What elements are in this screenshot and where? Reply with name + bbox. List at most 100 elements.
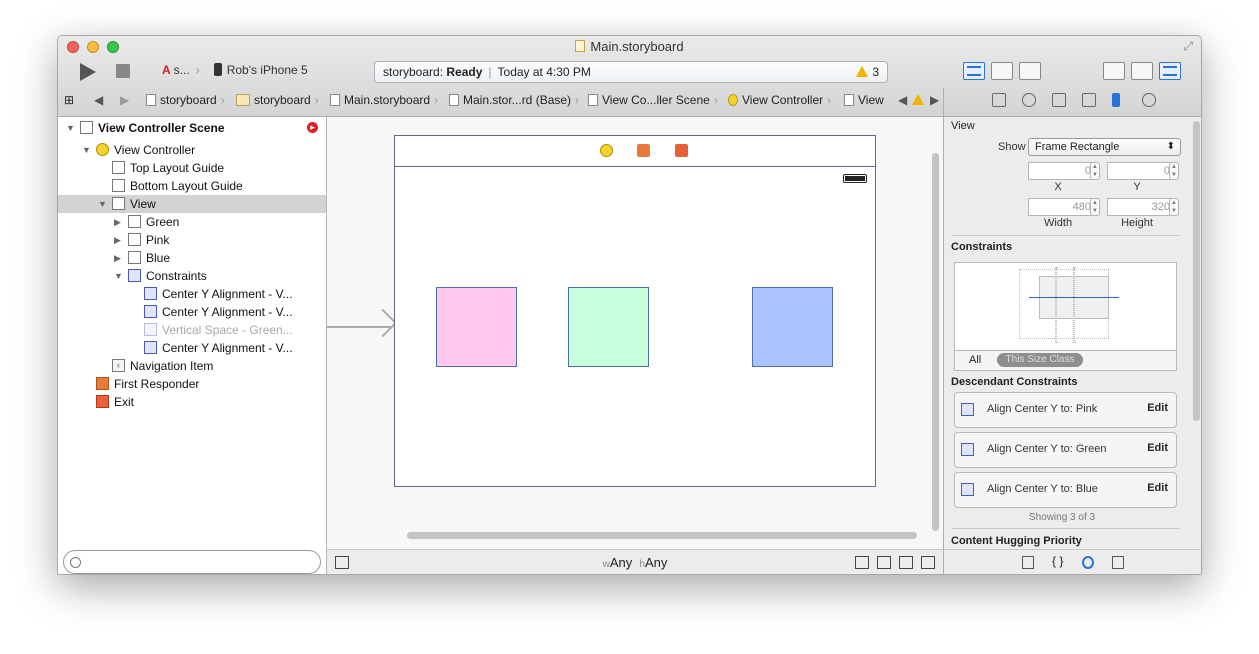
inspector-scrollbar[interactable] <box>1193 121 1200 421</box>
back-arrow-icon[interactable]: ◀ <box>94 88 103 112</box>
outline-row-bottom-layout-guide[interactable]: Bottom Layout Guide <box>58 177 326 195</box>
quick-help-icon[interactable] <box>1022 93 1036 107</box>
navigator-toggle-icon[interactable] <box>1103 62 1125 80</box>
outline-row-view[interactable]: ▼ View <box>58 195 326 213</box>
x-stepper[interactable]: ▲ ▼ <box>1090 162 1100 180</box>
align-icon[interactable] <box>855 556 869 569</box>
width-field[interactable]: 480 <box>1028 198 1096 216</box>
disclosure-closed-icon[interactable]: ▶ <box>114 249 121 267</box>
outline-row-green[interactable]: ▶ Green <box>58 213 326 231</box>
disclosure-open-icon[interactable]: ▼ <box>66 119 75 137</box>
run-button[interactable] <box>80 63 96 81</box>
outline-row-exit[interactable]: Exit <box>58 393 326 411</box>
pink-view[interactable] <box>436 287 517 367</box>
storyboard-canvas[interactable] <box>327 117 943 549</box>
constraints-diagram[interactable]: All This Size Class <box>954 262 1177 371</box>
canvas-horizontal-scrollbar[interactable] <box>407 532 917 539</box>
jump-bar-crumb[interactable]: View <box>844 88 884 112</box>
outline-label: Vertical Space - Green... <box>162 323 293 337</box>
disclosure-closed-icon[interactable]: ▶ <box>114 231 121 249</box>
related-items-icon[interactable]: ⊞ <box>64 88 74 112</box>
warning-indicator[interactable]: 3 <box>856 62 879 82</box>
outline-row-pink[interactable]: ▶ Pink <box>58 231 326 249</box>
issue-warning-icon[interactable] <box>912 88 928 112</box>
outline-label: View Controller <box>114 143 196 157</box>
debug-area-toggle-icon[interactable] <box>1131 62 1153 80</box>
this-size-class-button[interactable]: This Size Class <box>997 353 1083 367</box>
height-stepper[interactable]: ▲ ▼ <box>1169 198 1179 216</box>
forward-arrow-icon[interactable]: ▶ <box>120 88 129 112</box>
fullscreen-icon[interactable]: ⤢ <box>1183 39 1193 54</box>
height-field[interactable]: 320 <box>1107 198 1175 216</box>
outline-row-scene[interactable]: ▼ View Controller Scene ▸ <box>58 119 326 137</box>
outline-row-constraint[interactable]: Center Y Alignment - V... <box>58 285 326 303</box>
constraint-row[interactable]: Align Center Y to: Blue Edit <box>954 472 1177 508</box>
green-view[interactable] <box>568 287 649 367</box>
scene-view-controller[interactable] <box>394 135 876 487</box>
jump-bar-crumb[interactable]: Main.stor...rd (Base) › <box>449 88 583 112</box>
standard-editor-icon[interactable] <box>963 62 985 80</box>
disclosure-closed-icon[interactable]: ▶ <box>114 213 121 231</box>
disclosure-open-icon[interactable]: ▼ <box>114 267 123 285</box>
jump-bar-crumb[interactable]: storyboard › <box>146 88 229 112</box>
jump-bar-crumb[interactable]: storyboard › <box>236 88 323 112</box>
resolve-issues-icon[interactable] <box>899 556 913 569</box>
edit-constraint-button[interactable]: Edit <box>1147 482 1168 494</box>
assistant-editor-icon[interactable] <box>991 62 1013 80</box>
stop-button[interactable] <box>116 64 130 78</box>
y-stepper[interactable]: ▲ ▼ <box>1169 162 1179 180</box>
outline-row-view-controller[interactable]: ▼ View Controller <box>58 141 326 159</box>
exit-icon[interactable] <box>675 144 688 157</box>
x-field[interactable]: 0 <box>1028 162 1096 180</box>
size-inspector-icon[interactable] <box>1112 93 1120 107</box>
disclosure-open-icon[interactable]: ▼ <box>98 195 107 213</box>
object-library-icon[interactable] <box>1082 556 1094 569</box>
error-badge-icon[interactable]: ▸ <box>307 122 318 133</box>
jump-bar-crumb[interactable]: View Co...ller Scene › <box>588 88 722 112</box>
outline-row-navigation-item[interactable]: ‹ Navigation Item <box>58 357 326 375</box>
edit-constraint-button[interactable]: Edit <box>1147 442 1168 454</box>
constraint-icon <box>144 323 157 336</box>
previous-issue-icon[interactable]: ◀ <box>898 88 907 112</box>
pin-icon[interactable] <box>877 556 891 569</box>
edit-constraint-button[interactable]: Edit <box>1147 402 1168 414</box>
y-field[interactable]: 0 <box>1107 162 1175 180</box>
utilities-toggle-icon[interactable] <box>1159 62 1181 80</box>
all-filter-button[interactable]: All <box>969 354 981 366</box>
constraint-row[interactable]: Align Center Y to: Pink Edit <box>954 392 1177 428</box>
outline-row-constraint-uninstalled[interactable]: Vertical Space - Green... <box>58 321 326 339</box>
outline-filter-field[interactable] <box>63 550 321 574</box>
jump-bar-crumb[interactable]: View Controller › <box>728 88 835 112</box>
jump-bar-crumb[interactable]: Main.storyboard › <box>330 88 442 112</box>
device-label: Rob's iPhone 5 <box>226 63 308 77</box>
resizing-behavior-icon[interactable] <box>921 556 935 569</box>
disclosure-open-icon[interactable]: ▼ <box>82 141 91 159</box>
outline-row-top-layout-guide[interactable]: Top Layout Guide <box>58 159 326 177</box>
first-responder-icon[interactable] <box>637 144 650 157</box>
show-popup[interactable]: Frame Rectangle <box>1028 138 1181 156</box>
canvas-vertical-scrollbar[interactable] <box>932 153 939 531</box>
next-issue-icon[interactable]: ▶ <box>930 88 939 112</box>
media-library-icon[interactable] <box>1112 556 1124 569</box>
show-popup-value: Frame Rectangle <box>1035 141 1120 153</box>
file-inspector-icon[interactable] <box>992 93 1006 107</box>
constraint-row[interactable]: Align Center Y to: Green Edit <box>954 432 1177 468</box>
outline-row-constraint[interactable]: Center Y Alignment - V... <box>58 303 326 321</box>
outline-row-constraint[interactable]: Center Y Alignment - V... <box>58 339 326 357</box>
version-editor-icon[interactable] <box>1019 62 1041 80</box>
scheme-selector[interactable]: As... › Rob's iPhone 5 <box>162 63 308 77</box>
view-icon <box>128 215 141 228</box>
connections-inspector-icon[interactable] <box>1142 93 1156 107</box>
view-controller-icon[interactable] <box>600 144 613 157</box>
chevron-right-icon: › <box>434 93 439 107</box>
identity-inspector-icon[interactable] <box>1052 93 1066 107</box>
crumb-label: View Controller <box>742 93 824 107</box>
outline-row-first-responder[interactable]: First Responder <box>58 375 326 393</box>
width-stepper[interactable]: ▲ ▼ <box>1090 198 1100 216</box>
outline-row-constraints[interactable]: ▼ Constraints <box>58 267 326 285</box>
blue-view[interactable] <box>752 287 833 367</box>
code-snippet-library-icon[interactable]: { } <box>1052 554 1064 568</box>
outline-row-blue[interactable]: ▶ Blue <box>58 249 326 267</box>
file-template-library-icon[interactable] <box>1022 556 1034 569</box>
attributes-inspector-icon[interactable] <box>1082 93 1096 107</box>
